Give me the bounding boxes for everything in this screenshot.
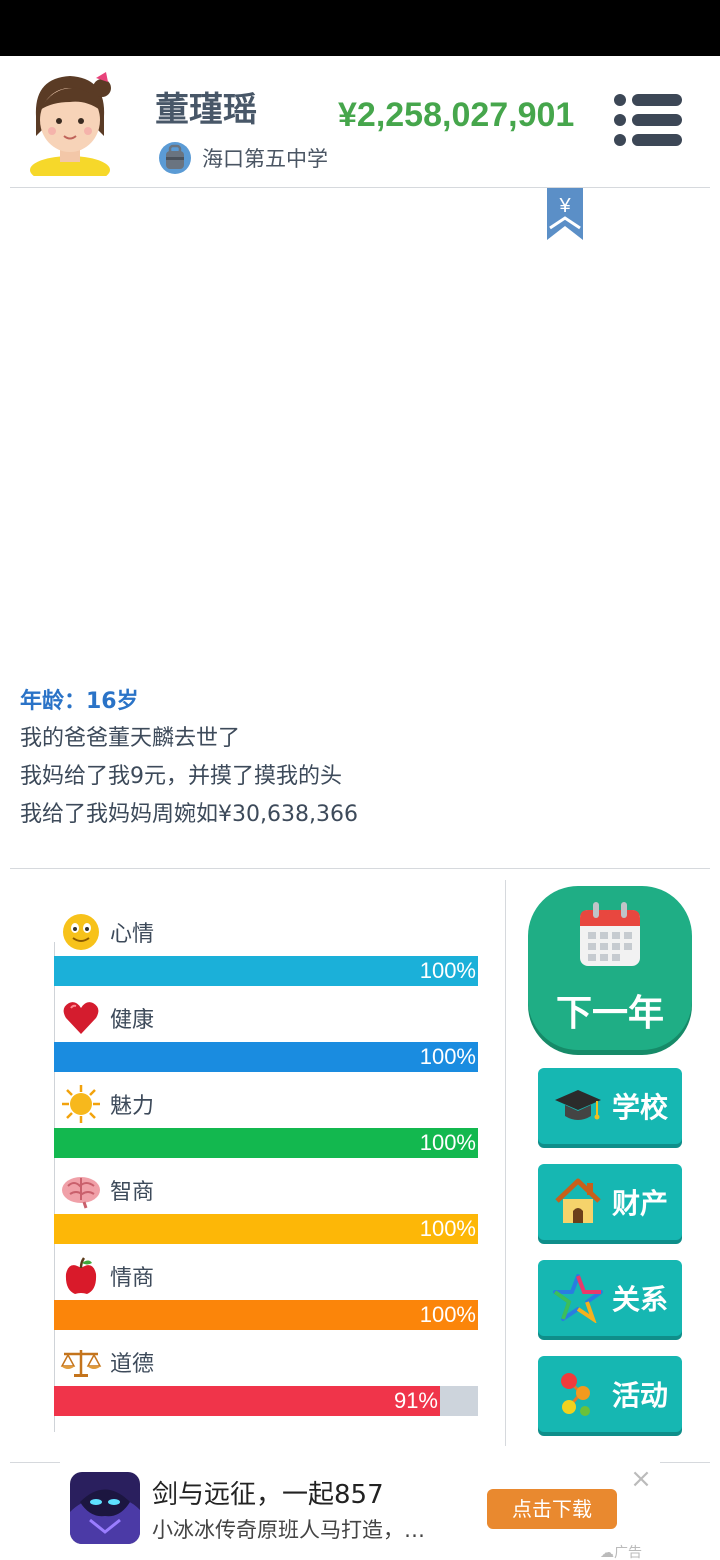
stat-bar: 91% <box>54 1386 478 1416</box>
school-name: 海口第五中学 <box>202 147 328 171</box>
player-header: 董瑾瑶 海口第五中学 ¥2,258,027,901 <box>0 56 720 188</box>
ad-divider <box>10 1462 60 1463</box>
graduation-cap-icon <box>550 1078 606 1134</box>
stat-charm: 魅力 100% <box>54 1078 478 1164</box>
stat-mood: 心情 100% <box>54 906 478 992</box>
bookmark-symbol: ¥ <box>558 195 571 217</box>
stat-bar: 100% <box>54 1042 478 1072</box>
activities-button[interactable]: 活动 <box>538 1356 682 1432</box>
relations-button-label: 关系 <box>612 1283 669 1316</box>
list-menu-icon[interactable] <box>612 92 684 148</box>
stat-morality: 道德 91% <box>54 1336 478 1422</box>
property-button[interactable]: 财产 <box>538 1164 682 1240</box>
log-line: 我给了我妈妈周婉如¥30,638,366 <box>20 802 358 827</box>
log-line: 我的爸爸董天麟去世了 <box>20 726 241 751</box>
stat-value: 100% <box>419 1044 476 1069</box>
stat-value: 100% <box>419 1302 476 1327</box>
stat-label: 心情 <box>110 922 155 947</box>
stat-label: 情商 <box>110 1266 155 1291</box>
stat-bar: 100% <box>54 1214 478 1244</box>
ad-download-button[interactable]: 点击下载 <box>487 1489 617 1529</box>
brain-icon <box>60 1170 102 1210</box>
ad-banner[interactable]: 剑与远征，一起857 小冰冰传奇原班人马打造，… 点击下载 × ☁广告 <box>0 1462 720 1560</box>
next-year-label: 下一年 <box>555 993 664 1034</box>
stat-bar: 100% <box>54 956 478 986</box>
stat-value: 91% <box>393 1388 438 1413</box>
stat-label: 智商 <box>110 1180 155 1205</box>
smiley-icon <box>60 912 102 952</box>
activities-button-label: 活动 <box>612 1379 669 1412</box>
header-divider <box>10 187 710 188</box>
ad-close-icon[interactable]: × <box>626 1464 656 1494</box>
scales-icon <box>60 1342 102 1382</box>
status-bar <box>0 0 720 56</box>
ad-description: 小冰冰传奇原班人马打造，… <box>152 1518 425 1542</box>
player-name: 董瑾瑶 <box>155 90 257 130</box>
school-bag-icon <box>159 142 191 174</box>
relations-button[interactable]: 关系 <box>538 1260 682 1336</box>
star-icon <box>550 1270 606 1326</box>
house-icon <box>550 1174 606 1230</box>
stat-eq: 情商 100% <box>54 1250 478 1336</box>
stat-bar: 100% <box>54 1128 478 1158</box>
stat-label: 魅力 <box>110 1094 155 1119</box>
log-divider <box>10 868 710 869</box>
money-balance: ¥2,258,027,901 <box>338 96 575 134</box>
stat-label: 健康 <box>110 1008 155 1033</box>
school-button[interactable]: 学校 <box>538 1068 682 1144</box>
stat-value: 100% <box>419 958 476 983</box>
activity-dots-icon <box>550 1366 606 1422</box>
stat-health: 健康 100% <box>54 992 478 1078</box>
heart-icon <box>60 998 102 1038</box>
log-line: 我妈给了我9元，并摸了摸我的头 <box>20 764 342 789</box>
stat-value: 100% <box>419 1130 476 1155</box>
stat-label: 道德 <box>110 1352 155 1377</box>
apple-icon <box>60 1256 102 1296</box>
stat-value: 100% <box>419 1216 476 1241</box>
stat-bar: 100% <box>54 1300 478 1330</box>
ad-title: 剑与远征，一起857 <box>152 1480 384 1510</box>
bookmark-yuan-icon[interactable]: ¥ <box>546 188 584 242</box>
school-button-label: 学校 <box>612 1091 669 1124</box>
stat-iq: 智商 100% <box>54 1164 478 1250</box>
girl-avatar-icon[interactable] <box>22 66 118 176</box>
game-app-icon[interactable] <box>70 1472 140 1544</box>
calendar-icon <box>580 902 640 966</box>
sun-icon <box>60 1084 102 1124</box>
ad-divider <box>660 1462 710 1463</box>
age-label: 年龄：16岁 <box>20 689 139 714</box>
panel-divider <box>505 880 506 1446</box>
next-year-button[interactable]: 下一年 <box>528 886 692 1050</box>
event-log: 年龄：16岁 我的爸爸董天麟去世了 我妈给了我9元，并摸了摸我的头 我给了我妈妈… <box>20 684 700 834</box>
ad-tag: ☁广告 <box>600 1545 642 1560</box>
property-button-label: 财产 <box>612 1187 669 1220</box>
school-info: 海口第五中学 <box>158 140 328 176</box>
